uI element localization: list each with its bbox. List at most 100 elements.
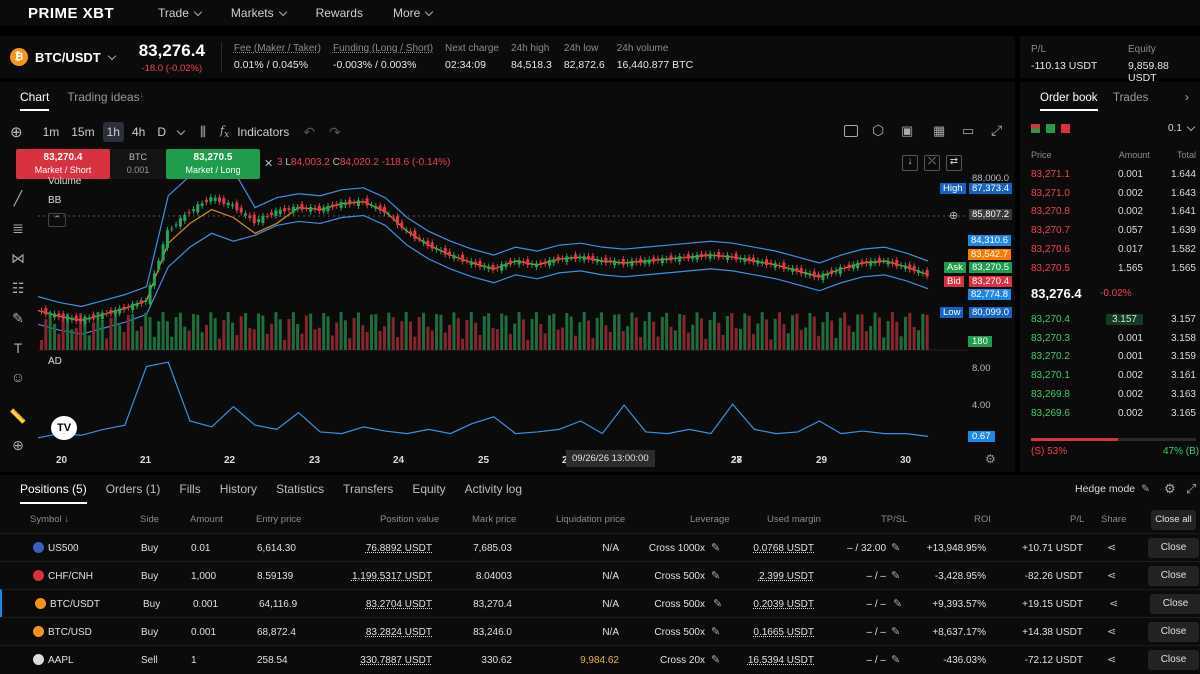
bid-row[interactable]: 83,269.8 0.002 3.163: [1031, 389, 1196, 400]
collapse-icon[interactable]: ⤫: [924, 155, 940, 171]
camera-icon[interactable]: ▣: [901, 123, 913, 139]
ask-row[interactable]: 83,270.7 0.057 1.639: [1031, 225, 1196, 236]
quantity-box[interactable]: BTC 0.001: [110, 149, 166, 179]
nav-more[interactable]: More: [393, 6, 434, 20]
book-both-icon[interactable]: [1031, 124, 1040, 133]
bid-row[interactable]: 83,270.1 0.002 3.161: [1031, 370, 1196, 381]
share-icon[interactable]: ⋖: [1107, 569, 1116, 582]
pencil-icon[interactable]: ✎: [711, 625, 720, 638]
tab-trades[interactable]: Trades: [1113, 92, 1148, 104]
table-row[interactable]: BTC/USD Buy 0.001 68,872.4 83.2824 USDT 83,24…: [0, 617, 1200, 645]
interval-d[interactable]: D: [153, 122, 170, 142]
pencil-icon[interactable]: ✎: [893, 597, 902, 610]
market-long-button[interactable]: 83,270.5 Market / Long: [166, 149, 260, 179]
expand-icon[interactable]: ⤢: [991, 122, 1002, 139]
pencil-icon[interactable]: ✎: [711, 653, 720, 666]
tab-chart[interactable]: Chart: [20, 90, 50, 111]
share-icon[interactable]: ⋖: [1107, 653, 1116, 666]
tab-positions[interactable]: Positions (5): [20, 482, 87, 504]
book-bids-icon[interactable]: [1046, 124, 1055, 133]
tab-transfers[interactable]: Transfers: [343, 482, 393, 504]
interval-1h[interactable]: 1h: [102, 122, 124, 142]
nav-markets[interactable]: Markets: [231, 6, 287, 20]
column-header[interactable]: Side: [140, 514, 159, 525]
close-position-button[interactable]: Close: [1148, 650, 1199, 670]
ask-row[interactable]: 83,270.5 1.565 1.565: [1031, 263, 1196, 274]
pencil-icon[interactable]: ✎: [711, 569, 720, 582]
ask-row[interactable]: 83,270.8 0.002 1.641: [1031, 206, 1196, 217]
tab-trading-ideas[interactable]: Trading ideas↓: [67, 90, 143, 111]
close-position-button[interactable]: Close: [1148, 538, 1199, 558]
column-header[interactable]: Used margin: [767, 514, 821, 525]
tab-order-book[interactable]: Order book: [1040, 92, 1098, 111]
nav-trade[interactable]: Trade: [158, 6, 203, 20]
emoji-tool-icon[interactable]: ☺: [9, 369, 27, 387]
chat-icon[interactable]: ▭: [962, 123, 974, 139]
swap-icon[interactable]: ⇄: [946, 155, 962, 171]
settings-gear-icon[interactable]: ⚙: [985, 452, 996, 466]
market-short-button[interactable]: 83,270.4 Market / Short: [16, 149, 110, 179]
calendar-icon[interactable]: ▦: [933, 123, 945, 139]
column-header[interactable]: Entry price: [256, 514, 301, 525]
forecast-tool-icon[interactable]: ☷: [9, 280, 27, 298]
bid-row[interactable]: 83,270.4 3.157 3.157: [1031, 314, 1196, 325]
table-row[interactable]: BTC/USDT Buy 0.001 64,116.9 83.2704 USDT 83,2…: [0, 589, 1200, 617]
bid-row[interactable]: 83,270.3 0.001 3.158: [1031, 333, 1196, 344]
bid-row[interactable]: 83,270.2 0.001 3.159: [1031, 351, 1196, 362]
price-chart[interactable]: [38, 150, 1015, 470]
column-header[interactable]: P/L: [1070, 514, 1084, 525]
interval-4h[interactable]: 4h: [128, 122, 149, 142]
close-all-button[interactable]: Close all: [1151, 510, 1196, 530]
column-header[interactable]: Amount: [190, 514, 223, 525]
close-icon[interactable]: ✕: [264, 157, 273, 170]
column-header[interactable]: Position value: [380, 514, 439, 525]
tab-statistics[interactable]: Statistics: [276, 482, 324, 504]
chevron-down-icon[interactable]: [176, 126, 186, 135]
ruler-tool-icon[interactable]: 📏: [9, 408, 27, 426]
indicators-button[interactable]: Indicators: [237, 125, 289, 139]
table-row[interactable]: US500 Buy 0.01 6,614.30 76.8892 USDT 7,685.03…: [0, 533, 1200, 561]
column-header[interactable]: ROI: [974, 514, 991, 525]
collapse-legend-icon[interactable]: ⌃: [48, 213, 66, 227]
column-header[interactable]: Liquidation price: [556, 514, 625, 525]
function-icon[interactable]: fx: [220, 124, 229, 140]
tab-equity[interactable]: Equity: [412, 482, 445, 504]
fullscreen-icon[interactable]: [844, 125, 858, 137]
bid-row[interactable]: 83,269.6 0.002 3.165: [1031, 408, 1196, 419]
brush-tool-icon[interactable]: ✎: [9, 310, 27, 328]
text-tool-icon[interactable]: T: [9, 340, 27, 358]
settings-gear-icon[interactable]: ⚙: [1164, 481, 1176, 497]
line-tool-icon[interactable]: ╱: [9, 190, 27, 208]
arrow-down-icon[interactable]: ↓: [902, 155, 918, 171]
share-icon[interactable]: ⋖: [1109, 597, 1118, 610]
sort-arrow-icon[interactable]: ↓: [62, 514, 69, 525]
ask-row[interactable]: 83,271.1 0.001 1.644: [1031, 169, 1196, 180]
tab-history[interactable]: History: [220, 482, 257, 504]
share-icon[interactable]: ⋖: [1107, 541, 1116, 554]
tick-size-select[interactable]: 0.1: [1168, 122, 1196, 134]
column-header[interactable]: Leverage: [690, 514, 730, 525]
nav-rewards[interactable]: Rewards: [316, 6, 363, 20]
chevron-right-circle-icon[interactable]: ›: [1185, 90, 1189, 104]
tab-fills[interactable]: Fills: [179, 482, 200, 504]
pencil-icon[interactable]: ✎: [891, 625, 900, 638]
close-position-button[interactable]: Close: [1148, 566, 1199, 586]
symbol-selector[interactable]: BTC/USDT: [35, 50, 116, 65]
candle-type-icon[interactable]: ⫼: [200, 124, 206, 140]
pencil-icon[interactable]: ✎: [891, 569, 900, 582]
ask-row[interactable]: 83,270.6 0.017 1.582: [1031, 244, 1196, 255]
column-header[interactable]: Share: [1101, 514, 1126, 525]
pencil-icon[interactable]: ✎: [711, 541, 720, 554]
column-header[interactable]: Mark price: [472, 514, 516, 525]
ask-row[interactable]: 83,271.0 0.002 1.643: [1031, 188, 1196, 199]
plus-circle-icon[interactable]: ⊕: [949, 209, 958, 222]
settings-hex-icon[interactable]: ⬡: [872, 122, 884, 139]
book-asks-icon[interactable]: [1061, 124, 1070, 133]
tab-orders[interactable]: Orders (1): [106, 482, 161, 504]
pencil-icon[interactable]: ✎: [891, 653, 900, 666]
pencil-icon[interactable]: ✎: [891, 541, 900, 554]
close-position-button[interactable]: Close: [1150, 594, 1200, 614]
table-row[interactable]: AAPL Sell 1 258.54 330.7887 USDT 330.62 9,984.…: [0, 645, 1200, 673]
interval-1m[interactable]: 1m: [39, 122, 64, 142]
tab-activity-log[interactable]: Activity log: [465, 482, 522, 504]
